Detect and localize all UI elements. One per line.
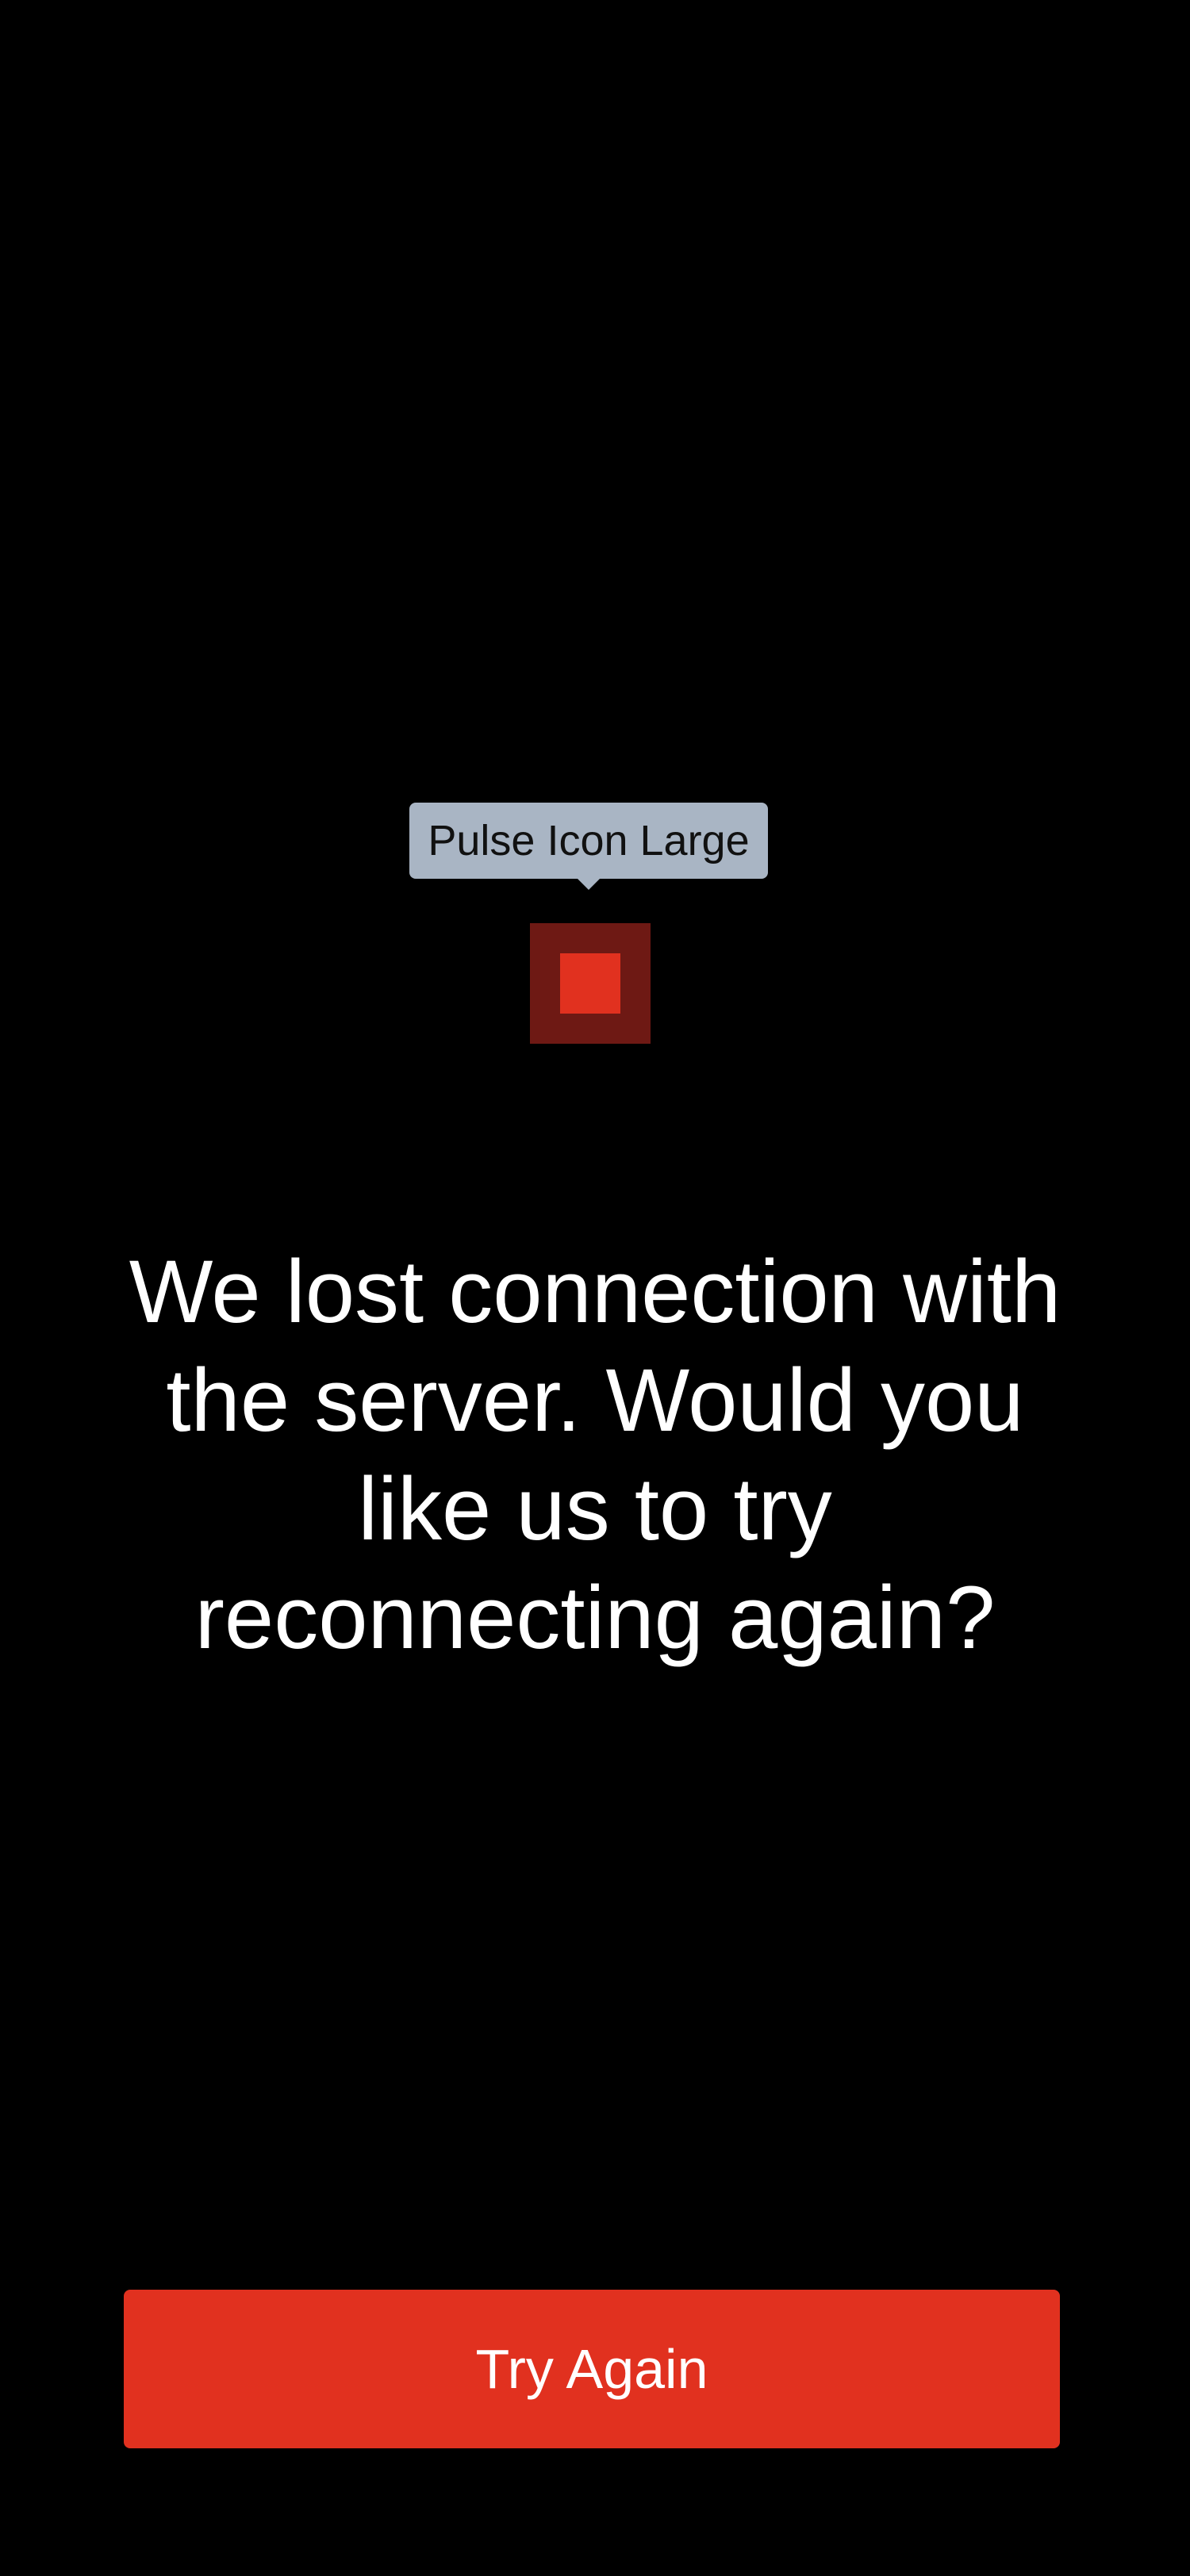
tooltip-arrow	[577, 878, 601, 890]
try-again-button-label: Try Again	[475, 2338, 708, 2400]
pulse-icon-tooltip: Pulse Icon Large	[409, 803, 768, 890]
try-again-button[interactable]: Try Again	[124, 2290, 1060, 2448]
tooltip-label: Pulse Icon Large	[428, 817, 750, 864]
pulse-icon-core	[560, 953, 620, 1014]
connection-lost-message: We lost connection with the server. Woul…	[129, 1242, 1061, 1667]
pulse-icon	[530, 923, 651, 1044]
